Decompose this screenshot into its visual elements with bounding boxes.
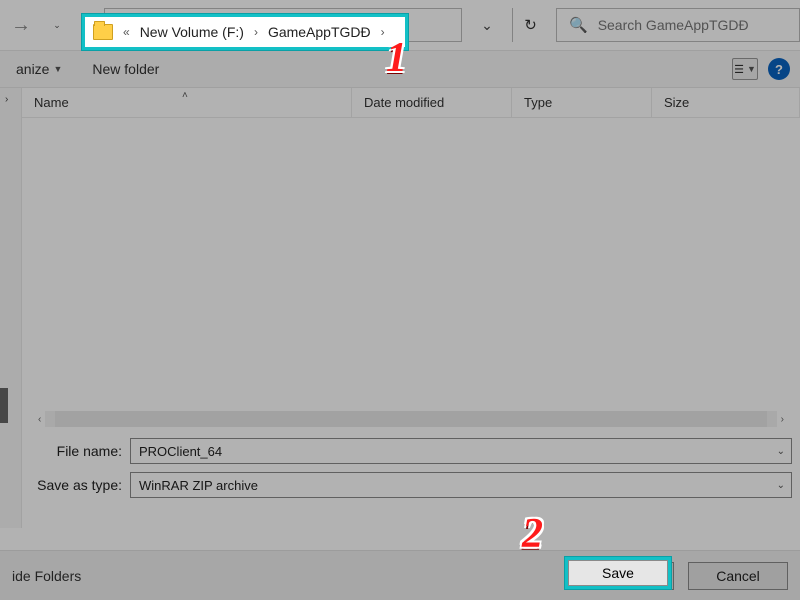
column-label: Date modified <box>364 95 444 110</box>
nav-scrollbar-thumb[interactable] <box>0 388 8 423</box>
column-header-size[interactable]: Size <box>652 88 800 117</box>
column-label: Size <box>664 95 689 110</box>
column-header-type[interactable]: Type <box>512 88 652 117</box>
chevron-down-icon: ▼ <box>747 64 756 74</box>
chevron-right-icon: › <box>5 94 8 105</box>
sort-ascending-icon: ˄ <box>182 90 188 101</box>
save-as-type-row: Save as type: WinRAR ZIP archive ⌄ <box>22 468 800 502</box>
content-area: › Name ˄ Date modified Type Size ‹ › Fil… <box>0 88 800 528</box>
refresh-button[interactable]: ↻ <box>512 8 548 42</box>
annotation-number-1: 1 <box>386 34 407 82</box>
column-label: Name <box>34 95 69 110</box>
save-as-type-select[interactable]: WinRAR ZIP archive ⌄ <box>130 472 792 498</box>
cancel-label: Cancel <box>716 568 760 584</box>
arrow-right-icon: → <box>11 14 31 37</box>
save-as-type-value: WinRAR ZIP archive <box>139 478 258 493</box>
filename-row: File name: PROClient_64 ⌄ <box>22 434 800 468</box>
address-dropdown-button[interactable]: ⌄ <box>462 17 512 34</box>
list-view-icon: ☰ <box>734 63 744 76</box>
organize-menu[interactable]: anize ▼ <box>10 57 68 81</box>
scrollbar-track[interactable] <box>45 411 776 427</box>
scroll-right-icon[interactable]: › <box>777 414 788 425</box>
highlight-box-address <box>82 14 408 50</box>
scroll-left-icon[interactable]: ‹ <box>34 414 45 425</box>
bottom-bar: ide Folders Save Cancel <box>0 550 800 600</box>
filename-input[interactable]: PROClient_64 ⌄ <box>130 438 792 464</box>
view-options-button[interactable]: ☰ ▼ <box>732 58 758 80</box>
organize-label: anize <box>16 61 49 77</box>
search-placeholder: Search GameAppTGDĐ <box>598 17 749 33</box>
cancel-button[interactable]: Cancel <box>688 562 788 590</box>
save-as-type-label: Save as type: <box>22 477 130 493</box>
navigation-pane-collapsed[interactable]: › <box>0 88 22 528</box>
chevron-down-icon[interactable]: ⌄ <box>777 480 785 491</box>
recent-locations-button[interactable]: ⌄ <box>42 10 72 40</box>
help-icon: ? <box>775 62 783 77</box>
chevron-down-icon: ⌄ <box>481 17 493 33</box>
chevron-down-icon[interactable]: ⌄ <box>777 446 785 457</box>
refresh-icon: ↻ <box>524 16 537 34</box>
filename-label: File name: <box>22 443 130 459</box>
new-folder-button[interactable]: New folder <box>86 57 165 81</box>
filename-value: PROClient_64 <box>139 444 222 459</box>
search-icon: 🔍 <box>569 16 588 34</box>
column-header-name[interactable]: Name ˄ <box>22 88 352 117</box>
column-header-date[interactable]: Date modified <box>352 88 512 117</box>
chevron-down-icon: ⌄ <box>53 20 61 31</box>
new-folder-label: New folder <box>92 61 159 77</box>
column-headers: Name ˄ Date modified Type Size <box>22 88 800 118</box>
forward-button[interactable]: → <box>6 10 36 40</box>
annotation-number-2: 2 <box>522 510 543 558</box>
highlight-box-save <box>565 557 671 589</box>
horizontal-scrollbar[interactable]: ‹ › <box>30 410 792 428</box>
chevron-down-icon: ▼ <box>53 64 62 74</box>
file-list-empty[interactable] <box>22 118 800 408</box>
search-input[interactable]: 🔍 Search GameAppTGDĐ <box>556 8 800 42</box>
hide-folders-button[interactable]: ide Folders <box>12 568 81 584</box>
column-label: Type <box>524 95 552 110</box>
help-button[interactable]: ? <box>768 58 790 80</box>
